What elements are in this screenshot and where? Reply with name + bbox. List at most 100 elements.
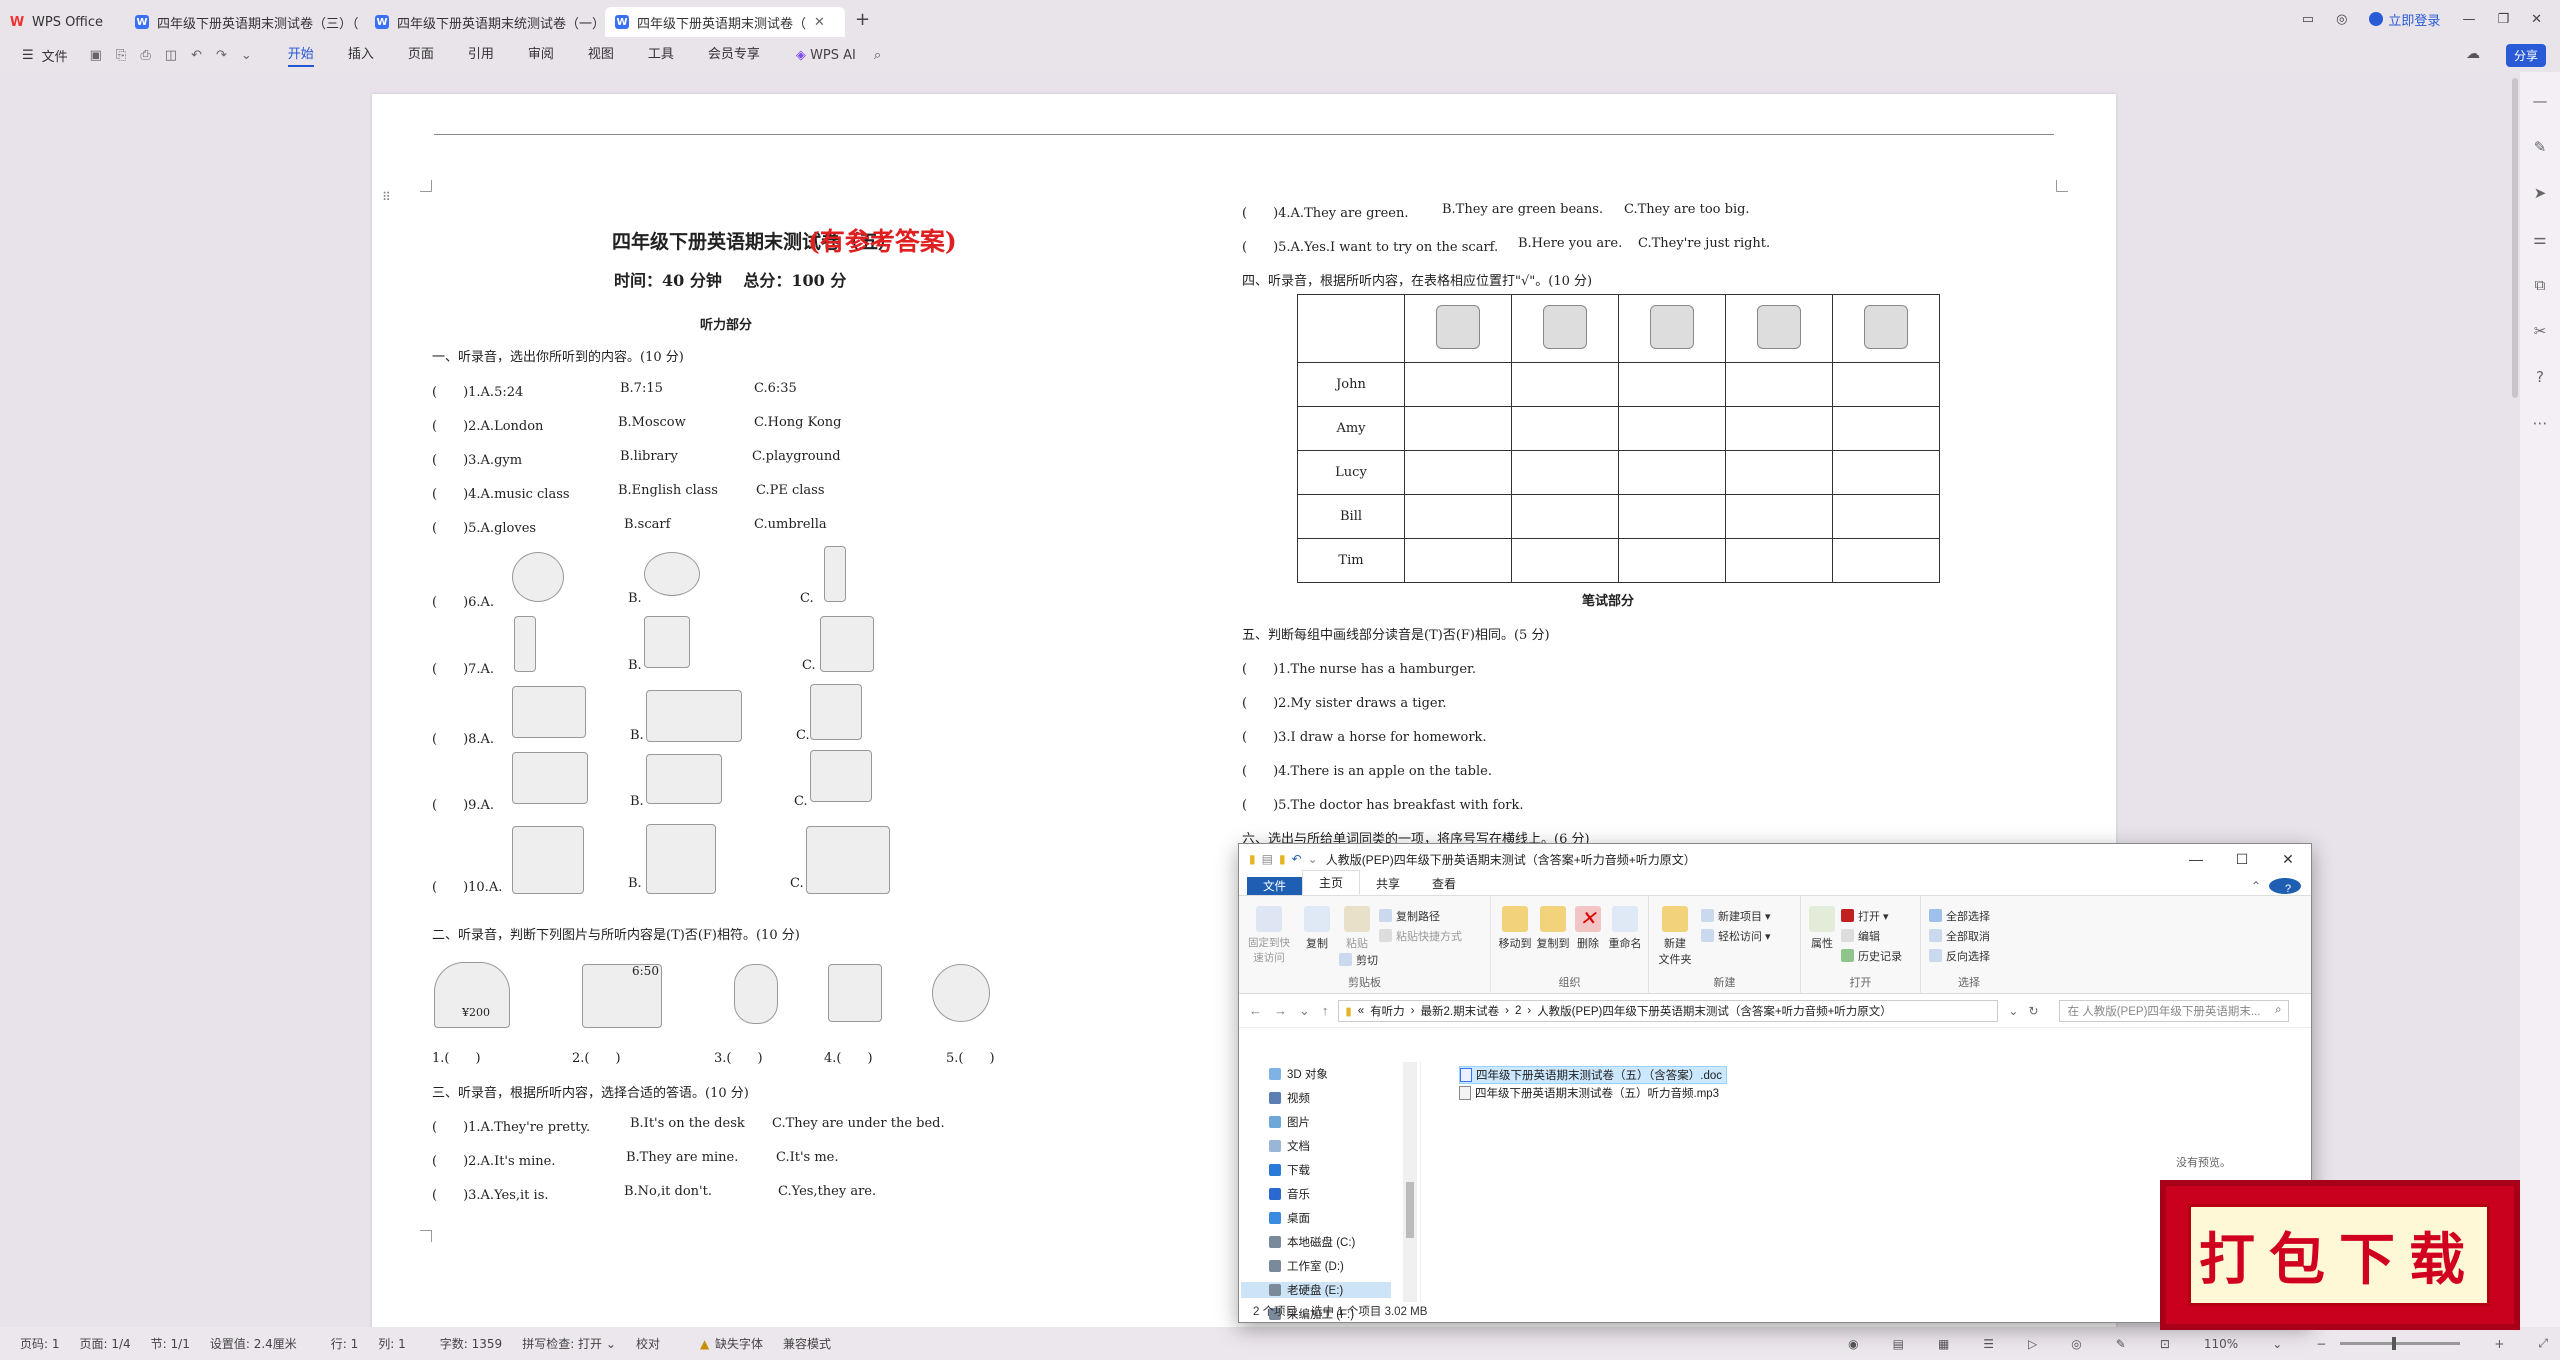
play-icon[interactable]: ▷ — [2028, 1337, 2037, 1351]
export-pdf-icon[interactable]: ⎘ — [116, 48, 126, 63]
nav-drive-c[interactable]: 本地磁盘 (C:) — [1269, 1234, 1355, 1250]
menu-tools[interactable]: 工具 — [648, 43, 674, 67]
delete-button[interactable]: ✕ 删除 — [1573, 906, 1603, 951]
grid-cell[interactable] — [1404, 406, 1512, 451]
menu-review[interactable]: 审阅 — [528, 43, 554, 67]
zoom-out-icon[interactable]: − — [2316, 1337, 2326, 1351]
grid-cell[interactable] — [1511, 406, 1619, 451]
menu-insert[interactable]: 插入 — [348, 43, 374, 67]
tab-view[interactable]: 查看 — [1416, 872, 1472, 895]
nav-drive-d[interactable]: 工作室 (D:) — [1269, 1258, 1344, 1274]
tab-share[interactable]: 共享 — [1360, 872, 1416, 895]
properties-icon[interactable]: ▤ — [1262, 852, 1273, 866]
move-to-button[interactable]: 移动到 — [1497, 906, 1533, 951]
grid-cell[interactable] — [1404, 494, 1512, 539]
print-preview-icon[interactable]: ◫ — [165, 48, 177, 63]
drag-handle-icon[interactable]: ⠿ — [382, 190, 391, 204]
translate-icon[interactable]: ⧉ — [2535, 276, 2546, 294]
status-proof[interactable]: 校对 — [636, 1335, 660, 1352]
history-button[interactable]: 历史记录 — [1841, 948, 1902, 964]
undo-icon[interactable]: ↶ — [191, 48, 202, 63]
nav-downloads[interactable]: 下载 — [1269, 1162, 1310, 1178]
new-tab-icon[interactable]: + — [855, 9, 870, 30]
tab-document[interactable]: W 四年级下册英语期末统测试卷（一） — [365, 7, 605, 37]
new-folder-icon[interactable]: ▮ — [1279, 852, 1286, 866]
grid-cell[interactable] — [1725, 406, 1833, 451]
skin-icon[interactable]: ◎ — [2336, 12, 2347, 27]
nav-drive-e[interactable]: 老硬盘 (E:) — [1241, 1282, 1391, 1298]
share-button[interactable]: 分享 — [2505, 44, 2546, 67]
fullscreen-icon[interactable]: ⤢ — [2538, 1336, 2548, 1351]
grid-cell[interactable] — [1618, 406, 1726, 451]
cut-button[interactable]: 剪切 — [1339, 952, 1378, 968]
grid-cell[interactable] — [1511, 362, 1619, 407]
search-field[interactable]: 在 人教版(PEP)四年级下册英语期末... ⌕ — [2058, 999, 2289, 1022]
tools-icon[interactable]: ✂ — [2534, 322, 2547, 340]
pin-quick-access-button[interactable]: 固定到快 速访问 — [1245, 906, 1293, 965]
zoom-dropdown-icon[interactable]: ⌄ — [2272, 1337, 2282, 1351]
tab-wps-home[interactable]: W WPS Office — [0, 7, 125, 37]
collapse-icon[interactable]: — — [2533, 92, 2548, 110]
recent-dropdown-icon[interactable]: ⌄ — [1299, 1003, 1310, 1019]
tab-document-active[interactable]: W 四年级下册英语期末测试卷（ ✕ — [605, 7, 845, 37]
window-layout-icon[interactable]: ▭ — [2302, 12, 2314, 27]
nav-scrollbar[interactable] — [1403, 1062, 1417, 1302]
new-item-button[interactable]: 新建项目 ▾ — [1701, 908, 1771, 924]
path-segment[interactable]: 人教版(PEP)四年级下册英语期末测试（含答案+听力音频+听力原文） — [1537, 1003, 1892, 1019]
pointer-icon[interactable]: ➤ — [2534, 184, 2547, 202]
menu-home[interactable]: 开始 — [287, 43, 314, 67]
vertical-scrollbar[interactable] — [2512, 78, 2518, 398]
forward-icon[interactable]: → — [1274, 1003, 1287, 1019]
copy-path-button[interactable]: 复制路径 — [1379, 908, 1440, 924]
grid-cell[interactable] — [1725, 362, 1833, 407]
close-icon[interactable]: ✕ — [2531, 12, 2542, 27]
page-view-icon[interactable]: ▤ — [1893, 1337, 1904, 1351]
more-dropdown-icon[interactable]: ⌄ — [241, 48, 252, 63]
nav-pictures[interactable]: 图片 — [1269, 1114, 1310, 1130]
status-font-missing[interactable]: ▲ 缺失字体 — [680, 1335, 763, 1352]
search-icon[interactable]: ⌕ — [874, 48, 881, 63]
address-dropdown-icon[interactable]: ⌄ — [2008, 1004, 2018, 1018]
zoom-slider[interactable] — [2340, 1337, 2461, 1350]
tab-document[interactable]: W 四年级下册英语期末测试卷（三）（ — [125, 7, 365, 37]
grid-cell[interactable] — [1511, 450, 1619, 495]
grid-cell[interactable] — [1725, 450, 1833, 495]
grid-cell[interactable] — [1832, 406, 1940, 451]
restore-icon[interactable]: ❐ — [2497, 12, 2509, 27]
grid-cell[interactable] — [1511, 538, 1619, 583]
adjust-icon[interactable]: ⚌ — [2533, 230, 2546, 248]
new-folder-button[interactable]: 新建 文件夹 — [1655, 906, 1695, 967]
edit-button[interactable]: 编辑 — [1841, 928, 1880, 944]
menu-member[interactable]: 会员专享 — [708, 43, 760, 67]
fit-icon[interactable]: ⊡ — [2160, 1337, 2170, 1351]
nav-music[interactable]: 音乐 — [1269, 1186, 1310, 1202]
tab-home[interactable]: 主页 — [1302, 870, 1361, 895]
menu-page[interactable]: 页面 — [408, 43, 434, 67]
grid-cell[interactable] — [1618, 494, 1726, 539]
grid-cell[interactable] — [1618, 450, 1726, 495]
grid-cell[interactable] — [1832, 494, 1940, 539]
paste-shortcut-button[interactable]: 粘贴快捷方式 — [1379, 928, 1462, 944]
select-all-button[interactable]: 全部选择 — [1929, 908, 1990, 924]
file-item-mp3[interactable]: 四年级下册英语期末测试卷（五）听力音频.mp3 — [1459, 1084, 1727, 1102]
eye-protect-icon[interactable]: ◉ — [1848, 1337, 1858, 1351]
file-menu[interactable]: 文件 — [42, 46, 68, 65]
easy-access-button[interactable]: 轻松访问 ▾ — [1701, 928, 1771, 944]
undo-icon[interactable]: ↶ — [1292, 852, 1302, 866]
save-icon[interactable]: ▣ — [90, 48, 102, 63]
print-icon[interactable]: ⎙ — [140, 48, 150, 63]
path-segment[interactable]: 有听力 — [1370, 1003, 1405, 1019]
maximize-icon[interactable]: ☐ — [2219, 844, 2265, 874]
back-icon[interactable]: ← — [1249, 1003, 1262, 1019]
wps-ai-button[interactable]: ◈ WPS AI — [796, 48, 856, 63]
grid-cell[interactable] — [1404, 538, 1512, 583]
grid-cell[interactable] — [1511, 494, 1619, 539]
help-icon[interactable]: ? — [2536, 368, 2544, 386]
tab-file[interactable]: 文件 — [1247, 877, 1302, 895]
globe-icon[interactable]: ◎ — [2071, 1337, 2081, 1351]
status-spell[interactable]: 拼写检查: 打开 ⌄ — [522, 1335, 616, 1352]
grid-cell[interactable] — [1725, 538, 1833, 583]
hamburger-icon[interactable]: ☰ — [22, 48, 34, 63]
minimize-icon[interactable]: — — [2173, 844, 2219, 874]
address-bar[interactable]: ▮ « 有听力 › 最新2.期末试卷 › 2 › 人教版(PEP)四年级下册英语… — [1338, 999, 1999, 1022]
